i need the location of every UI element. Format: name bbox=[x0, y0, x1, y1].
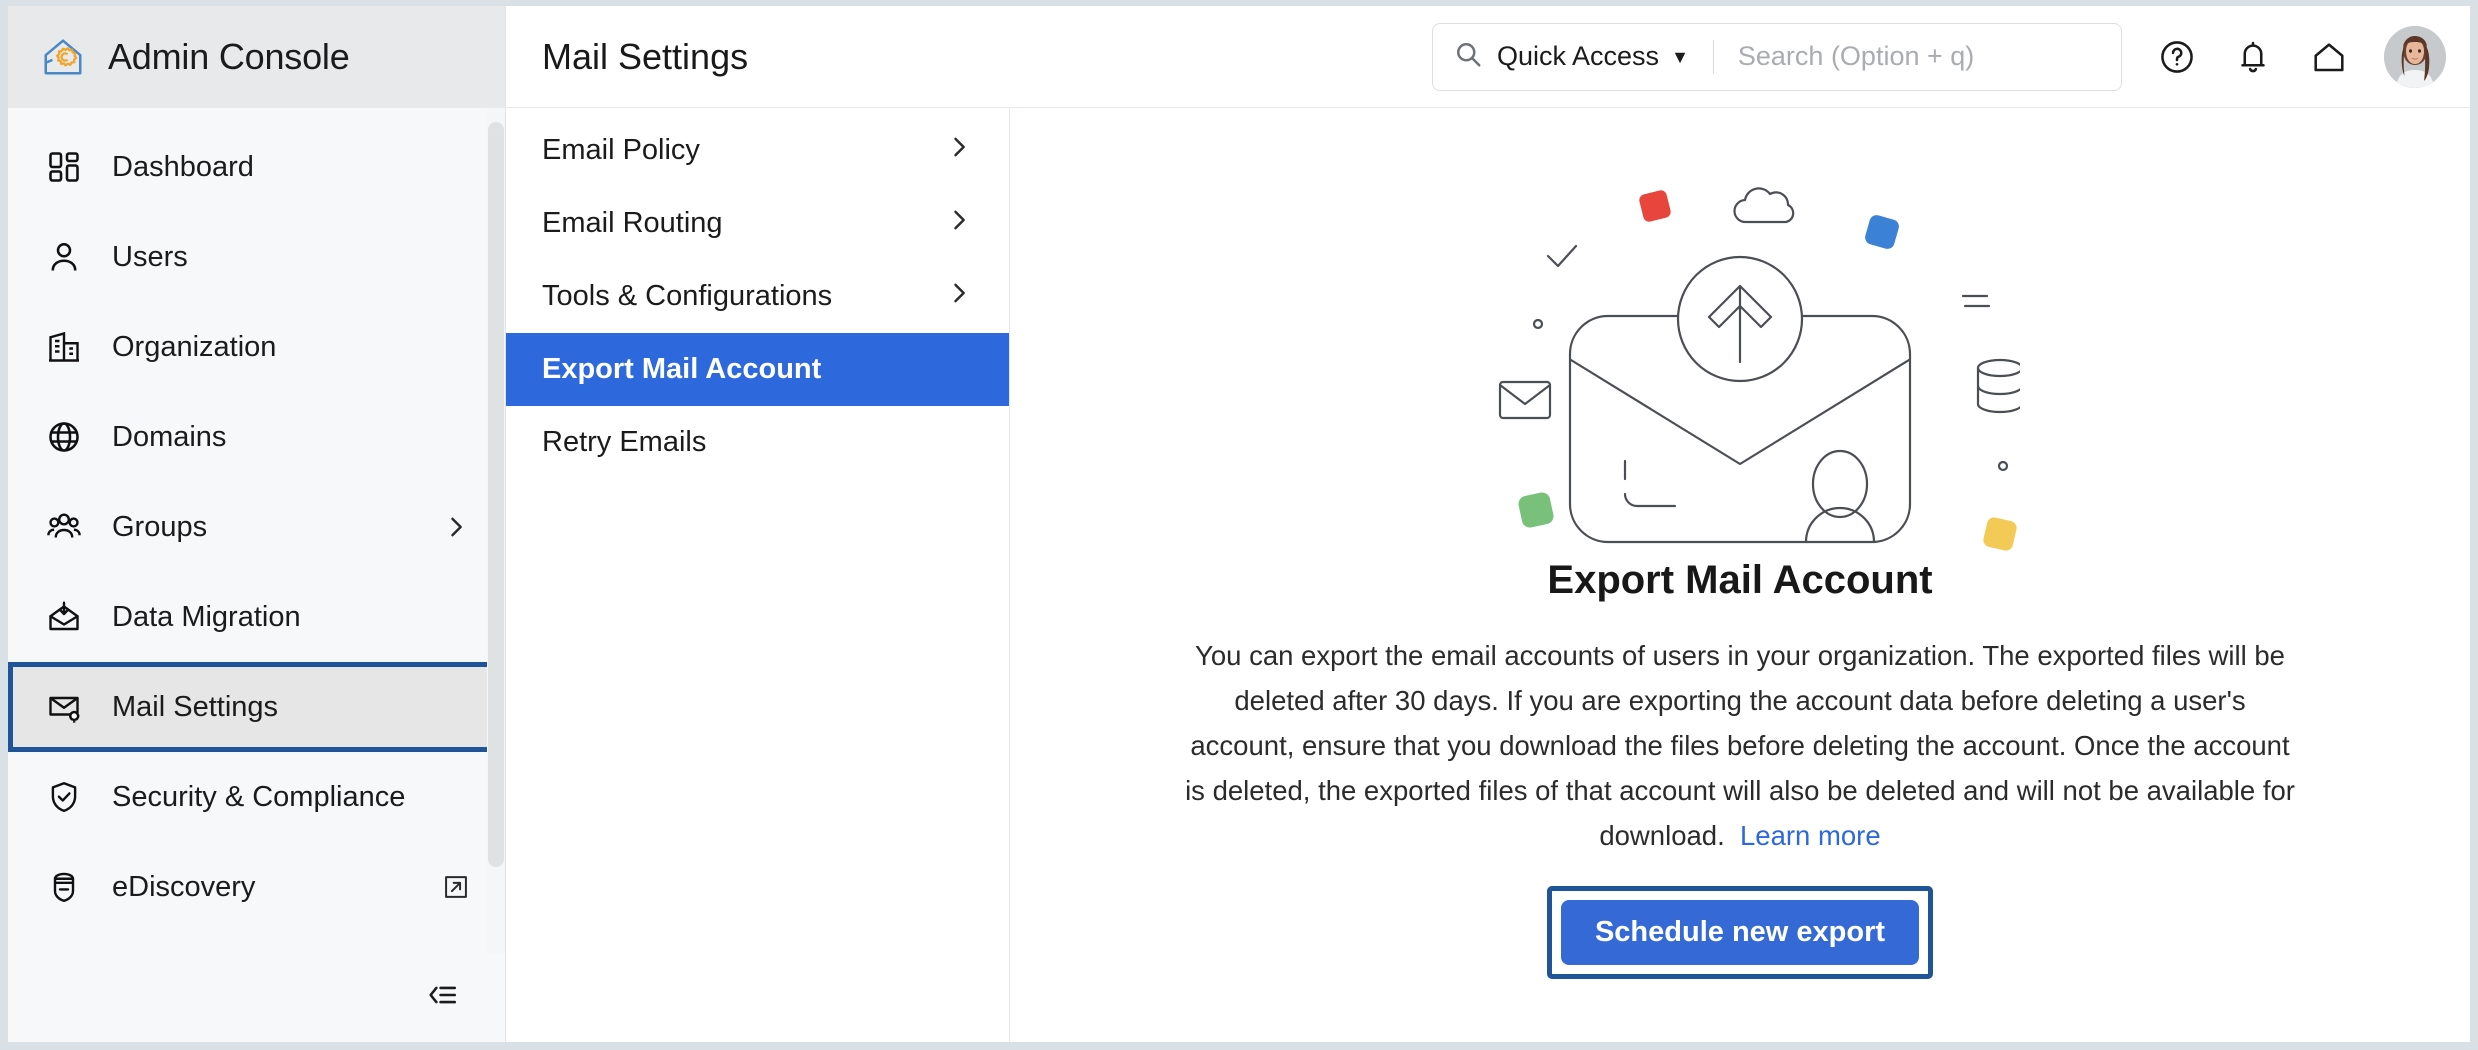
ediscovery-shield-icon bbox=[44, 867, 84, 907]
chevron-down-icon: ▼ bbox=[1671, 48, 1689, 66]
subnav-item-label: Email Policy bbox=[542, 134, 700, 167]
collapse-sidebar-icon[interactable] bbox=[425, 978, 459, 1017]
mail-gear-icon bbox=[44, 687, 84, 727]
sidebar-item-mail-settings[interactable]: Mail Settings bbox=[8, 662, 505, 752]
sidebar-item-groups[interactable]: Groups bbox=[8, 482, 505, 572]
shield-check-icon bbox=[44, 777, 84, 817]
sidebar-scrollbar-thumb[interactable] bbox=[488, 122, 504, 867]
chevron-right-icon bbox=[945, 133, 973, 169]
subnav-item-tools-configurations[interactable]: Tools & Configurations bbox=[506, 260, 1009, 333]
body-row: Email Policy Email Routing Tools & Confi… bbox=[506, 108, 2470, 1042]
user-avatar[interactable] bbox=[2384, 26, 2446, 88]
home-icon[interactable] bbox=[2308, 36, 2350, 78]
global-search-box[interactable]: Quick Access ▼ bbox=[1432, 23, 2122, 91]
sidebar-item-domains[interactable]: Domains bbox=[8, 392, 505, 482]
sidebar-item-label: eDiscovery bbox=[112, 871, 255, 904]
globe-icon bbox=[44, 417, 84, 457]
sidebar-item-label: Mail Settings bbox=[112, 691, 278, 724]
sidebar-item-dashboard[interactable]: Dashboard bbox=[8, 122, 505, 212]
sidebar-item-users[interactable]: Users bbox=[8, 212, 505, 302]
quick-access-dropdown[interactable]: Quick Access ▼ bbox=[1497, 41, 1689, 72]
sidebar-item-label: Data Migration bbox=[112, 601, 301, 634]
chevron-right-icon bbox=[945, 279, 973, 315]
subnav-item-label: Export Mail Account bbox=[542, 353, 821, 386]
sidebar-scrollbar-track[interactable] bbox=[487, 108, 505, 953]
content-panel: Export Mail Account You can export the e… bbox=[1010, 108, 2470, 1042]
quick-access-label: Quick Access bbox=[1497, 41, 1659, 72]
sidebar-item-data-migration[interactable]: Data Migration bbox=[8, 572, 505, 662]
sidebar-item-label: Domains bbox=[112, 421, 226, 454]
user-icon bbox=[44, 237, 84, 277]
sidebar-item-organization[interactable]: Organization bbox=[8, 302, 505, 392]
main-area: Mail Settings Quick Access ▼ bbox=[506, 6, 2470, 1042]
subnav-item-email-routing[interactable]: Email Routing bbox=[506, 187, 1009, 260]
top-bar: Mail Settings Quick Access ▼ bbox=[506, 6, 2470, 108]
subnav-item-label: Retry Emails bbox=[542, 426, 706, 459]
sidebar-item-label: Users bbox=[112, 241, 188, 274]
mail-settings-subnav: Email Policy Email Routing Tools & Confi… bbox=[506, 108, 1010, 1042]
export-mail-illustration bbox=[1460, 134, 2020, 554]
admin-console-window: Admin Console Dashboard Users bbox=[8, 6, 2470, 1042]
subnav-item-label: Email Routing bbox=[542, 207, 723, 240]
chevron-right-icon bbox=[945, 206, 973, 242]
sidebar-item-label: Security & Compliance bbox=[112, 781, 405, 814]
brand-header[interactable]: Admin Console bbox=[8, 6, 505, 108]
page-title: Mail Settings bbox=[542, 36, 748, 78]
top-icon-group bbox=[2156, 36, 2350, 78]
subnav-item-email-policy[interactable]: Email Policy bbox=[506, 114, 1009, 187]
schedule-new-export-button[interactable]: Schedule new export bbox=[1561, 900, 1919, 965]
external-link-icon bbox=[441, 872, 471, 902]
sidebar-item-ediscovery[interactable]: eDiscovery bbox=[8, 842, 505, 932]
subnav-item-export-mail-account[interactable]: Export Mail Account bbox=[506, 333, 1009, 406]
sidebar-item-label: Dashboard bbox=[112, 151, 254, 184]
content-description: You can export the email accounts of use… bbox=[1180, 633, 2300, 858]
help-icon[interactable] bbox=[2156, 36, 2198, 78]
house-gear-icon bbox=[40, 34, 86, 80]
sidebar-nav: Dashboard Users Organization bbox=[8, 108, 505, 953]
subnav-item-retry-emails[interactable]: Retry Emails bbox=[506, 406, 1009, 479]
sidebar-item-subscription[interactable]: Subscription bbox=[8, 932, 505, 953]
primary-sidebar: Admin Console Dashboard Users bbox=[8, 6, 506, 1042]
dashboard-grid-icon bbox=[44, 147, 84, 187]
chevron-right-icon bbox=[441, 512, 471, 542]
learn-more-link[interactable]: Learn more bbox=[1740, 820, 1881, 851]
search-input[interactable] bbox=[1738, 41, 2101, 72]
sidebar-item-label: Organization bbox=[112, 331, 276, 364]
search-divider bbox=[1713, 40, 1714, 74]
subnav-item-label: Tools & Configurations bbox=[542, 280, 832, 313]
group-users-icon bbox=[44, 507, 84, 547]
migration-inbox-icon bbox=[44, 597, 84, 637]
schedule-new-export-focus-ring: Schedule new export bbox=[1547, 886, 1933, 979]
content-title: Export Mail Account bbox=[1547, 558, 1932, 603]
building-icon bbox=[44, 327, 84, 367]
brand-title: Admin Console bbox=[108, 36, 350, 78]
sidebar-item-label: Groups bbox=[112, 511, 207, 544]
sidebar-item-security-compliance[interactable]: Security & Compliance bbox=[8, 752, 505, 842]
search-icon bbox=[1453, 39, 1483, 74]
collapse-row bbox=[8, 953, 505, 1042]
notifications-bell-icon[interactable] bbox=[2232, 36, 2274, 78]
